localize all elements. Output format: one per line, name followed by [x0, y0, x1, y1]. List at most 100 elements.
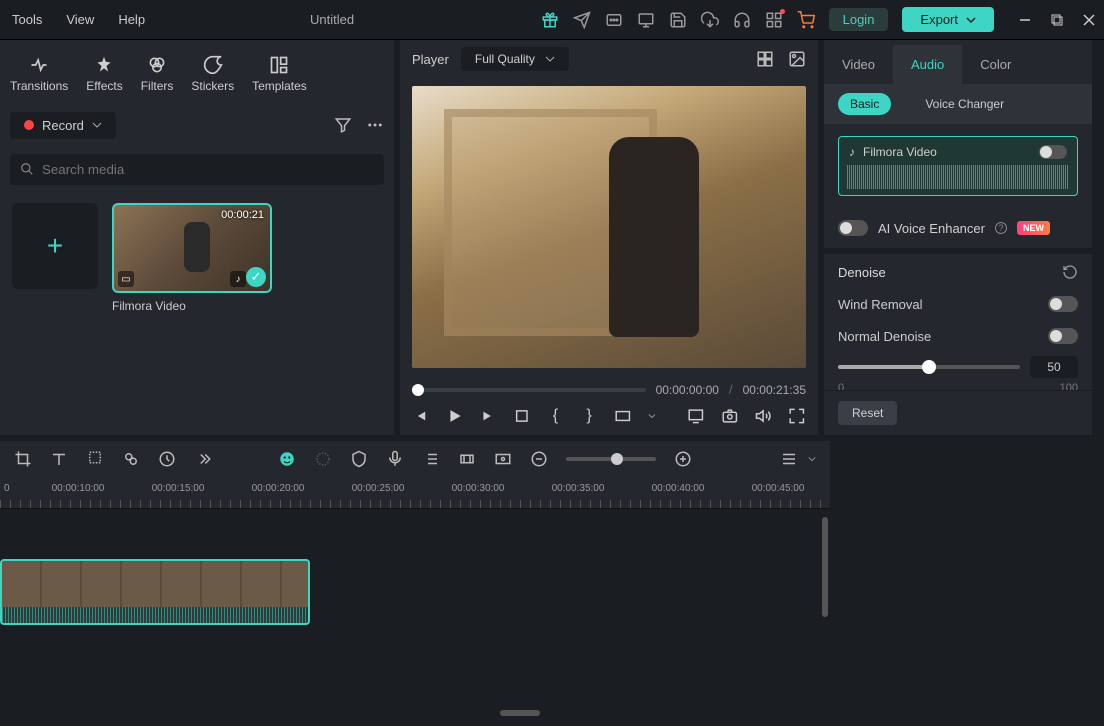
add-media-button[interactable]: + [12, 203, 98, 289]
chevron-down-icon[interactable] [648, 412, 656, 420]
mic-tool-icon[interactable] [386, 450, 404, 468]
shield-tool-icon[interactable] [350, 450, 368, 468]
record-label: Record [42, 118, 84, 133]
reset-denoise-icon[interactable] [1062, 264, 1078, 280]
text-tool-icon[interactable] [50, 450, 68, 468]
wind-removal-label: Wind Removal [838, 297, 923, 312]
player-label: Player [412, 52, 449, 67]
headphones-icon[interactable] [733, 11, 751, 29]
cloud-download-icon[interactable] [701, 11, 719, 29]
aspect-button[interactable] [614, 407, 632, 425]
next-frame-button[interactable] [479, 407, 497, 425]
clip-name: Filmora Video [112, 299, 272, 313]
timeline-toolbar [0, 435, 830, 477]
minimize-button[interactable] [1018, 13, 1032, 27]
tab-video[interactable]: Video [824, 45, 893, 84]
timeline-h-scrollbar[interactable] [0, 710, 830, 718]
more-icon[interactable] [366, 116, 384, 134]
tab-stickers[interactable]: Stickers [191, 55, 234, 93]
progress-slider[interactable] [412, 388, 646, 392]
quality-select[interactable]: Full Quality [461, 47, 569, 71]
video-badge-icon: ▭ [118, 271, 134, 287]
export-button[interactable]: Export [902, 7, 994, 32]
help-icon[interactable]: ? [995, 222, 1007, 234]
menu-help[interactable]: Help [118, 12, 145, 27]
screen-icon[interactable] [637, 11, 655, 29]
expand-toolbar-icon[interactable] [194, 450, 212, 468]
tab-color[interactable]: Color [962, 45, 1029, 84]
ai-enhancer-toggle[interactable] [838, 220, 868, 236]
document-title: Untitled [310, 12, 354, 27]
close-button[interactable] [1082, 13, 1096, 27]
timeline-ruler[interactable]: 0 00:00:10:00 00:00:15:00 00:00:20:00 00… [0, 477, 830, 509]
grid-view-icon[interactable] [756, 50, 774, 68]
tab-filters[interactable]: Filters [141, 55, 174, 93]
chevron-down-icon [92, 120, 102, 130]
volume-button[interactable] [755, 407, 773, 425]
message-icon[interactable] [605, 11, 623, 29]
cart-icon[interactable] [797, 11, 815, 29]
qr-icon[interactable] [765, 11, 783, 29]
filter-icon[interactable] [334, 116, 352, 134]
snapshot-button[interactable] [721, 407, 739, 425]
titlebar: Tools View Help Untitled Login Export [0, 0, 1104, 40]
timeline-clip[interactable] [0, 559, 310, 625]
menu-tools[interactable]: Tools [12, 12, 42, 27]
normal-denoise-slider[interactable] [838, 365, 1020, 369]
mark-in-button[interactable]: { [547, 407, 565, 425]
stop-button[interactable] [513, 407, 531, 425]
tab-effects[interactable]: Effects [86, 55, 122, 93]
frame-tool-icon[interactable] [494, 450, 512, 468]
media-bin: + 00:00:21 ▭ ♪ ✓ Filmora Video [0, 191, 394, 435]
speed-tool-icon[interactable] [158, 450, 176, 468]
wind-removal-toggle[interactable] [1048, 296, 1078, 312]
zoom-out-icon[interactable] [530, 450, 548, 468]
search-media-input[interactable] [10, 154, 384, 185]
crop-tool-icon[interactable] [14, 450, 32, 468]
normal-denoise-toggle[interactable] [1048, 328, 1078, 344]
target-tool-icon[interactable] [314, 450, 332, 468]
play-button[interactable] [446, 407, 464, 425]
audio-subtabs: Basic Voice Changer [824, 84, 1092, 124]
login-button[interactable]: Login [829, 8, 889, 31]
record-dot-icon [24, 120, 34, 130]
prev-frame-button[interactable] [412, 407, 430, 425]
player-panel: Player Full Quality 00:00:00:00 / 00:00:… [400, 40, 824, 435]
record-button[interactable]: Record [10, 112, 116, 139]
timeline-v-scrollbar[interactable] [822, 517, 828, 617]
ai-tool-icon[interactable] [278, 450, 296, 468]
track-view-icon[interactable] [780, 450, 798, 468]
subtab-voice-changer[interactable]: Voice Changer [913, 93, 1016, 115]
player-viewport[interactable] [412, 86, 806, 368]
display-button[interactable] [687, 407, 705, 425]
image-icon[interactable] [788, 50, 806, 68]
chevron-down-icon[interactable] [808, 455, 816, 463]
send-icon[interactable] [573, 11, 591, 29]
clip-thumbnails [2, 561, 308, 607]
keyframe-tool-icon[interactable] [458, 450, 476, 468]
maximize-button[interactable] [1050, 13, 1064, 27]
clip-toggle[interactable] [1039, 145, 1067, 159]
track-area[interactable] [0, 509, 830, 625]
media-clip[interactable]: 00:00:21 ▭ ♪ ✓ Filmora Video [112, 203, 272, 423]
list-tool-icon[interactable] [422, 450, 440, 468]
marker-tool-icon[interactable] [86, 450, 104, 468]
tab-audio[interactable]: Audio [893, 45, 962, 84]
gift-icon[interactable] [541, 11, 559, 29]
tab-transitions[interactable]: Transitions [10, 55, 68, 93]
fullscreen-button[interactable] [788, 407, 806, 425]
subtab-basic[interactable]: Basic [838, 93, 891, 115]
mark-out-button[interactable]: } [580, 407, 598, 425]
save-icon[interactable] [669, 11, 687, 29]
normal-denoise-value[interactable]: 50 [1030, 356, 1078, 378]
menu-view[interactable]: View [66, 12, 94, 27]
audio-clip-preview: ♪ Filmora Video [838, 136, 1078, 196]
reset-button[interactable]: Reset [838, 401, 897, 425]
audio-clip-name: Filmora Video [863, 145, 937, 159]
effects-tool-icon[interactable] [122, 450, 140, 468]
zoom-in-icon[interactable] [674, 450, 692, 468]
timeline[interactable]: 0 00:00:10:00 00:00:15:00 00:00:20:00 00… [0, 477, 830, 720]
media-thumbnail[interactable]: 00:00:21 ▭ ♪ ✓ [112, 203, 272, 293]
zoom-slider[interactable] [566, 457, 656, 461]
tab-templates[interactable]: Templates [252, 55, 307, 93]
